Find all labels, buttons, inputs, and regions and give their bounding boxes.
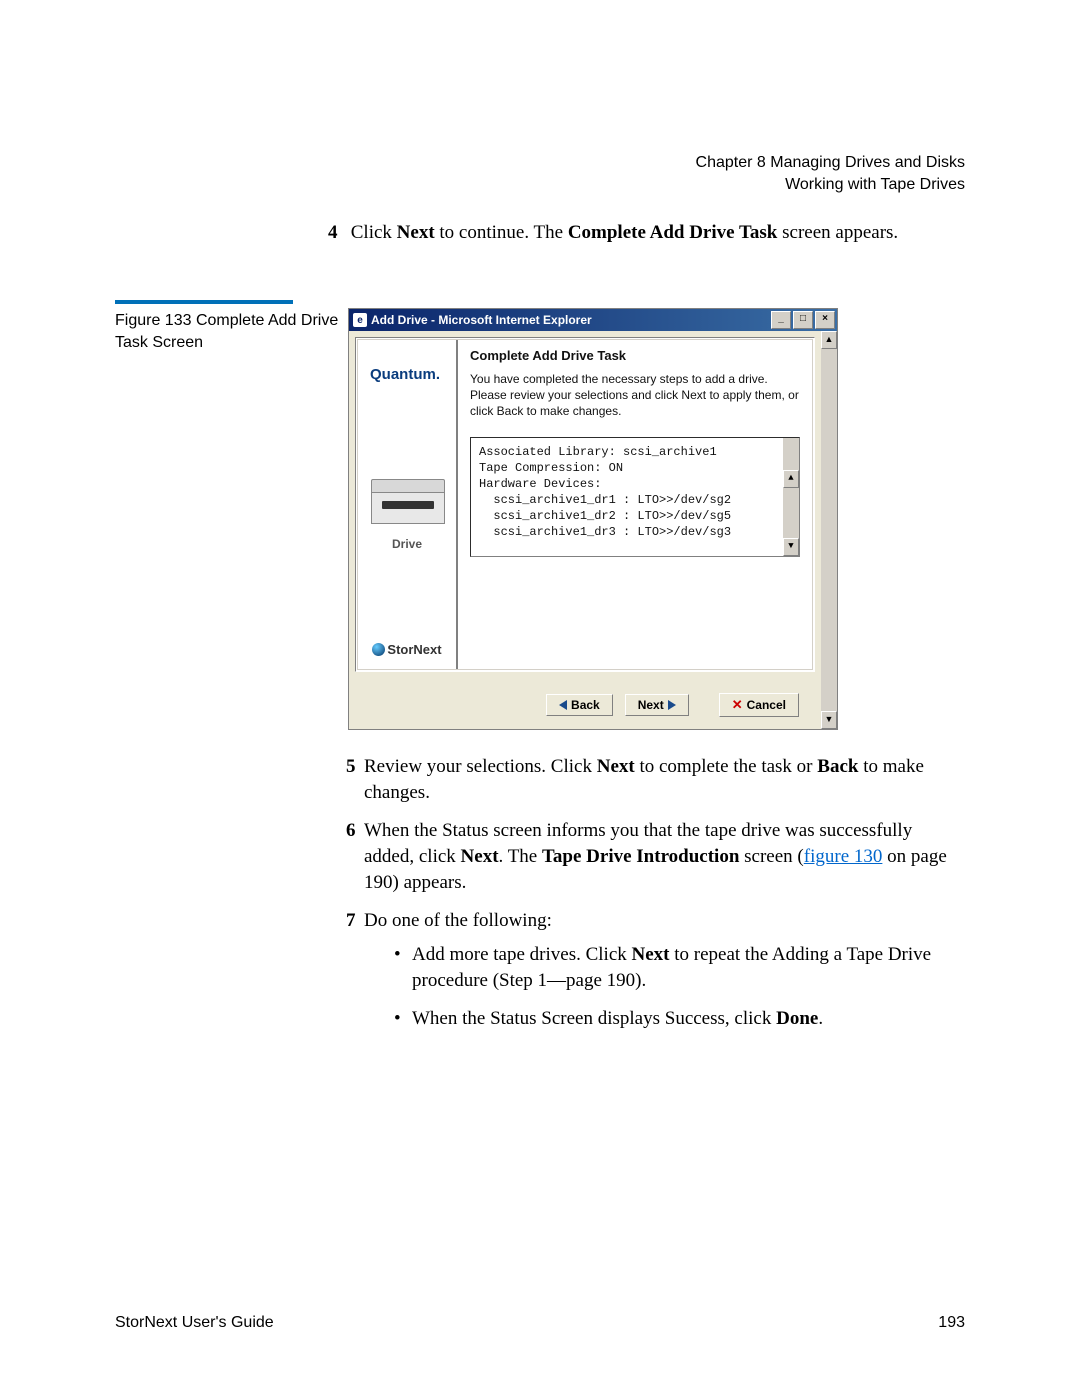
brand-logo: Quantum. [364,366,450,383]
section-title: Working with Tape Drives [696,174,965,196]
summary-textarea: Associated Library: scsi_archive1 Tape C… [470,437,800,557]
task-description: You have completed the necessary steps t… [470,371,800,419]
scroll-down-icon[interactable]: ▼ [783,538,799,556]
step-5: 5 Review your selections. Click Next to … [346,754,960,806]
drive-label: Drive [364,537,450,551]
x-icon: ✕ [732,697,743,713]
page-header: Chapter 8 Managing Drives and Disks Work… [696,152,965,196]
step-6: 6 When the Status screen informs you tha… [346,818,960,896]
wizard-sidebar: Quantum. Drive StorNext [358,340,458,669]
step-number: 4 [328,220,346,246]
step-7: 7 Do one of the following: Add more tape… [346,908,960,1032]
scroll-up-icon[interactable]: ▲ [783,470,799,488]
wizard-panel: Quantum. Drive StorNext Complete Add Dri… [355,337,815,672]
drive-illustration [371,479,443,527]
product-badge: StorNext [358,642,456,657]
chapter-title: Chapter 8 Managing Drives and Disks [696,152,965,174]
outer-scrollbar[interactable]: ▲ ▼ [821,331,837,729]
step-4: 4 Click Next to continue. The Complete A… [346,220,946,246]
ie-icon: e [353,313,367,327]
scroll-down-icon[interactable]: ▼ [821,711,837,729]
scroll-up-icon[interactable]: ▲ [821,331,837,349]
footer-guide-title: StorNext User's Guide [115,1314,274,1332]
cancel-button[interactable]: ✕ Cancel [719,693,799,717]
page-number: 193 [938,1314,965,1332]
bullet-item: Add more tape drives. Click Next to repe… [394,942,960,994]
next-button[interactable]: Next [625,694,689,716]
arrow-left-icon [559,700,567,710]
screenshot-window: e Add Drive - Microsoft Internet Explore… [348,308,838,730]
back-button[interactable]: Back [546,694,613,716]
summary-scrollbar[interactable]: ▲ ▼ [783,438,799,556]
task-title: Complete Add Drive Task [470,348,800,363]
figure-link[interactable]: figure 130 [804,846,883,867]
wizard-content: Complete Add Drive Task You have complet… [458,340,812,669]
figure-caption: Figure 133 Complete Add Drive Task Scree… [115,310,345,354]
close-button[interactable]: × [815,311,835,329]
globe-icon [372,643,385,656]
arrow-right-icon [668,700,676,710]
bullet-item: When the Status Screen displays Success,… [394,1006,960,1032]
minimize-button[interactable]: _ [771,311,791,329]
rule-accent [115,300,293,304]
window-title: Add Drive - Microsoft Internet Explorer [371,313,592,327]
maximize-button[interactable]: □ [793,311,813,329]
window-titlebar: e Add Drive - Microsoft Internet Explore… [349,309,837,331]
